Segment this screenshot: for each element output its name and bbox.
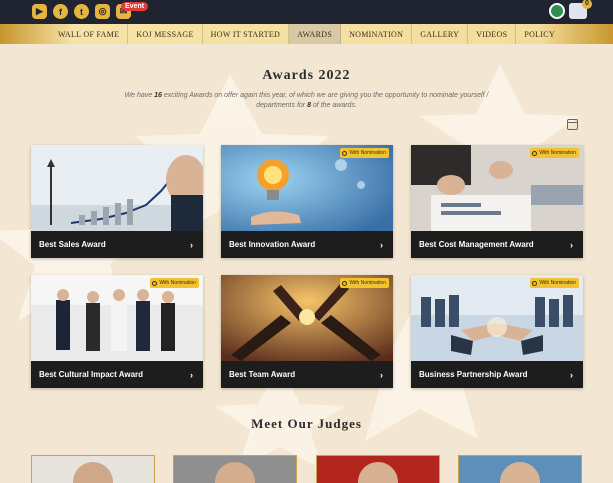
award-image-innovation: With Nomination xyxy=(221,145,393,231)
intro-suffix: of the awards. xyxy=(310,102,357,109)
award-image-team: With Nomination xyxy=(221,275,393,361)
award-title-bar: Best Team Award › xyxy=(221,361,393,388)
top-bar: ▶ f t ◎ ✉ Event 0 xyxy=(0,0,613,24)
nomination-badge-label: With Nomination xyxy=(349,150,386,156)
award-title-bar: Best Innovation Award › xyxy=(221,231,393,258)
award-title: Best Cultural Impact Award xyxy=(39,370,144,379)
nav-item-policy[interactable]: POLICY xyxy=(516,24,563,44)
cart-count-badge: 0 xyxy=(582,0,592,9)
event-badge[interactable]: Event xyxy=(121,2,149,11)
judge-photo xyxy=(73,462,113,483)
award-image-sales xyxy=(31,145,203,231)
nav-item-videos[interactable]: VIDEOS xyxy=(468,24,517,44)
chevron-right-icon: › xyxy=(190,369,193,380)
judge-card-4[interactable] xyxy=(458,455,582,483)
nav-item-gallery[interactable]: GALLERY xyxy=(412,24,469,44)
language-globe-icon[interactable] xyxy=(549,3,565,19)
nomination-badge: With Nomination xyxy=(530,278,579,288)
nomination-badge-label: With Nomination xyxy=(539,280,576,286)
nomination-badge-label: With Nomination xyxy=(159,280,196,286)
judges-title: Meet Our Judges xyxy=(251,416,362,431)
chevron-right-icon: › xyxy=(570,369,573,380)
nav-item-koj-message[interactable]: KOJ MESSAGE xyxy=(128,24,203,44)
calendar-icon[interactable] xyxy=(567,119,578,130)
award-title: Best Innovation Award xyxy=(229,240,316,249)
awards-section: Awards 2022 We have 16 exciting Awards o… xyxy=(0,44,613,483)
nomination-icon xyxy=(532,280,538,286)
award-card-sales[interactable]: Best Sales Award › xyxy=(31,145,203,258)
intro-prefix: We have xyxy=(124,92,155,99)
award-card-cultural-impact[interactable]: With Nomination Best Cultural Impact Awa… xyxy=(31,275,203,388)
judge-card-2[interactable] xyxy=(173,455,297,483)
nomination-badge: With Nomination xyxy=(340,278,389,288)
award-title-bar: Best Cultural Impact Award › xyxy=(31,361,203,388)
award-card-team[interactable]: With Nomination Best Team Award › xyxy=(221,275,393,388)
nomination-badge: With Nomination xyxy=(150,278,199,288)
award-title: Best Cost Management Award xyxy=(419,240,534,249)
award-image-cost-management: With Nomination xyxy=(411,145,583,231)
nav-item-how-it-started[interactable]: HOW IT STARTED xyxy=(203,24,290,44)
nomination-badge: With Nomination xyxy=(530,148,579,158)
intro-text: We have 16 exciting Awards on offer agai… xyxy=(120,91,493,111)
social-links: ▶ f t ◎ ✉ xyxy=(32,4,131,19)
instagram-icon[interactable]: ◎ xyxy=(95,4,110,19)
intro-count: 16 xyxy=(154,92,162,99)
twitter-icon[interactable]: t xyxy=(74,4,89,19)
nav-item-nomination[interactable]: NOMINATION xyxy=(341,24,413,44)
nomination-badge-label: With Nomination xyxy=(349,280,386,286)
top-right-icons: 0 xyxy=(549,0,592,19)
award-title: Best Sales Award xyxy=(39,240,106,249)
award-title-bar: Business Partnership Award › xyxy=(411,361,583,388)
award-title-bar: Best Sales Award › xyxy=(31,231,203,258)
award-card-innovation[interactable]: With Nomination Best Innovation Award › xyxy=(221,145,393,258)
judge-card-1[interactable] xyxy=(31,455,155,483)
chevron-right-icon: › xyxy=(380,239,383,250)
nomination-icon xyxy=(342,280,348,286)
chevron-right-icon: › xyxy=(190,239,193,250)
award-image-cultural-impact: With Nomination xyxy=(31,275,203,361)
nomination-icon xyxy=(152,280,158,286)
nomination-icon xyxy=(532,150,538,156)
award-title-bar: Best Cost Management Award › xyxy=(411,231,583,258)
award-image-business-partnership: With Nomination xyxy=(411,275,583,361)
cart-icon[interactable]: 0 xyxy=(569,0,592,19)
judge-photo xyxy=(500,462,540,483)
award-title: Best Team Award xyxy=(229,370,296,379)
page-title: Awards 2022 xyxy=(262,68,351,83)
award-card-cost-management[interactable]: With Nomination Best Cost Management Awa… xyxy=(411,145,583,258)
nav-item-awards[interactable]: AWARDS xyxy=(289,24,342,44)
youtube-icon[interactable]: ▶ xyxy=(32,4,47,19)
facebook-icon[interactable]: f xyxy=(53,4,68,19)
chevron-right-icon: › xyxy=(570,239,573,250)
nomination-icon xyxy=(342,150,348,156)
chevron-right-icon: › xyxy=(380,369,383,380)
judge-card-3[interactable] xyxy=(316,455,440,483)
award-title: Business Partnership Award xyxy=(419,370,528,379)
nav-item-wall-of-fame[interactable]: WALL OF FAME xyxy=(50,24,129,44)
judge-photo xyxy=(358,462,398,483)
main-nav: WALL OF FAME KOJ MESSAGE HOW IT STARTED … xyxy=(0,24,613,44)
award-card-business-partnership[interactable]: With Nomination Business Partnership Awa… xyxy=(411,275,583,388)
nomination-badge: With Nomination xyxy=(340,148,389,158)
judge-photo xyxy=(215,462,255,483)
nomination-badge-label: With Nomination xyxy=(539,150,576,156)
